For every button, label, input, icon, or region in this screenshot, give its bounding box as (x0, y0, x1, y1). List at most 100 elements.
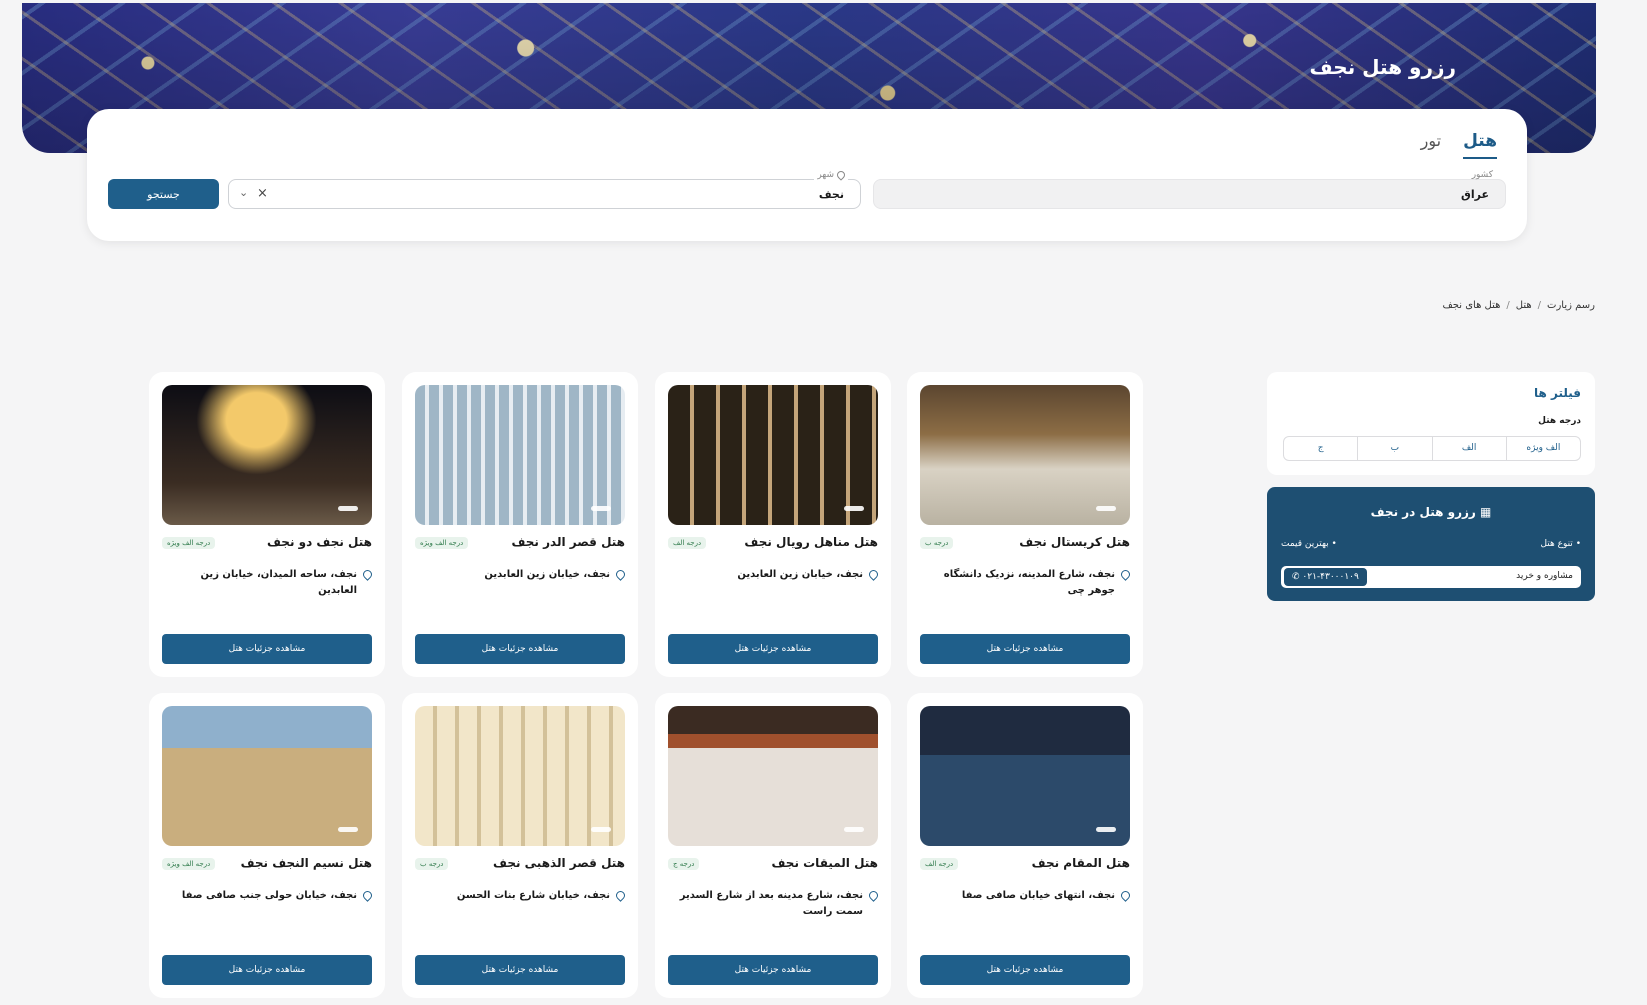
hotel-location: نجف، خیابان زین العابدین (415, 567, 627, 583)
country-label: کشور (1471, 170, 1493, 180)
phone-icon: ✆ (1292, 572, 1300, 582)
hotel-name: هتل المقام نجف (1031, 856, 1130, 870)
view-details-button[interactable]: مشاهده جزئیات هتل (415, 634, 625, 664)
location-pin-icon (835, 168, 847, 181)
promo-bullets: تنوع هتل بهترین قیمت (1281, 539, 1581, 549)
hotel-card: هتل المیقات نجف درجه ج نجف، شارع مدینه ب… (655, 693, 891, 998)
location-pin-icon (867, 889, 880, 902)
hotel-card: هتل قصر الدر نجف درجه الف ویژه نجف، خیاب… (402, 372, 638, 677)
hotel-image[interactable] (162, 385, 372, 525)
phone-button[interactable]: ✆ ۰۲۱-۴۳۰۰۰۱۰۹ (1284, 568, 1367, 586)
hotel-card: هتل مناهل رویال نجف درجه الف نجف، خیابان… (655, 372, 891, 677)
promo-bullet-variety: تنوع هتل (1540, 539, 1581, 549)
grade-badge: درجه ب (415, 858, 449, 870)
grade-option-jim[interactable]: ج (1284, 437, 1357, 460)
promo-box: ▦ رزرو هتل در نجف تنوع هتل بهترین قیمت م… (1267, 487, 1595, 601)
breadcrumb-separator: / (1537, 300, 1542, 311)
consult-bar[interactable]: مشاوره و خرید ✆ ۰۲۱-۴۳۰۰۰۱۰۹ (1281, 566, 1581, 588)
grade-badge: درجه الف (668, 537, 707, 549)
search-tabs: هتل تور (1421, 131, 1497, 159)
view-details-button[interactable]: مشاهده جزئیات هتل (162, 955, 372, 985)
hotel-location: نجف، شارع مدینه بعد از شارع السدیر سمت ر… (668, 888, 880, 920)
tab-tour[interactable]: تور (1421, 131, 1441, 159)
search-button[interactable]: جستجو (108, 179, 219, 209)
breadcrumb-item-home[interactable]: رسم زیارت (1547, 300, 1595, 311)
grade-option-alef-vizheh[interactable]: الف ویژه (1505, 437, 1580, 460)
page-title: رزرو هتل نجف (1309, 55, 1456, 79)
location-pin-icon (614, 568, 627, 581)
hotel-location: نجف، خیابان شارع بنات الحسن (415, 888, 627, 904)
grade-option-be[interactable]: ب (1357, 437, 1431, 460)
search-card: هتل تور کشور عراق شهر نجف × ⌄ جستجو (87, 109, 1527, 241)
promo-title: ▦ رزرو هتل در نجف (1370, 505, 1492, 519)
location-pin-icon (867, 568, 880, 581)
hotel-image[interactable] (415, 706, 625, 846)
view-details-button[interactable]: مشاهده جزئیات هتل (415, 955, 625, 985)
grade-badge: درجه الف ویژه (162, 537, 216, 549)
hotel-card: هتل نجف دو نجف درجه الف ویژه نجف، ساحه ا… (149, 372, 385, 677)
view-details-button[interactable]: مشاهده جزئیات هتل (920, 634, 1130, 664)
hotel-image[interactable] (162, 706, 372, 846)
location-pin-icon (361, 568, 374, 581)
clear-icon[interactable]: × (257, 186, 268, 201)
city-value: نجف (818, 188, 844, 201)
country-value: عراق (1461, 188, 1489, 201)
city-label: شهر (814, 168, 848, 181)
carousel-dots[interactable] (591, 827, 611, 832)
hotel-name: هتل قصر الذهبی نجف (493, 856, 625, 870)
carousel-dots[interactable] (844, 827, 864, 832)
breadcrumb-separator: / (1506, 300, 1510, 311)
location-pin-icon (1119, 889, 1132, 902)
hotel-location: نجف، شارع المدینه، نزدیک دانشگاه جوهر چی (920, 567, 1132, 599)
view-details-button[interactable]: مشاهده جزئیات هتل (668, 955, 878, 985)
carousel-dots[interactable] (338, 827, 358, 832)
grade-filter-group: الف ویژه الف ب ج (1283, 436, 1581, 461)
grade-badge: درجه الف ویژه (415, 537, 469, 549)
location-pin-icon (614, 889, 627, 902)
hotel-name: هتل نجف دو نجف (267, 535, 372, 549)
view-details-button[interactable]: مشاهده جزئیات هتل (920, 955, 1130, 985)
carousel-dots[interactable] (338, 506, 358, 511)
carousel-dots[interactable] (1096, 506, 1116, 511)
breadcrumb: رسم زیارت / هتل / هتل های نجف (1442, 300, 1595, 311)
grade-badge: درجه ب (920, 537, 954, 549)
hotel-card: هتل کریستال نجف درجه ب نجف، شارع المدینه… (907, 372, 1143, 677)
hotel-image[interactable] (920, 385, 1130, 525)
breadcrumb-item-najaf-hotels: هتل های نجف (1442, 300, 1501, 311)
grade-option-alef[interactable]: الف (1431, 437, 1506, 460)
hotel-location: نجف، انتهای خیابان صافی صفا (920, 888, 1132, 904)
carousel-dots[interactable] (591, 506, 611, 511)
country-field[interactable]: کشور عراق (873, 170, 1506, 209)
consult-label: مشاوره و خرید (1516, 571, 1573, 581)
location-pin-icon (361, 889, 374, 902)
grade-badge: درجه الف ویژه (162, 858, 216, 870)
hotel-location: نجف، خیابان حولی جنب صافی صفا (162, 888, 374, 904)
chevron-down-icon[interactable]: ⌄ (239, 186, 248, 199)
hotel-card: هتل قصر الذهبی نجف درجه ب نجف، خیابان شا… (402, 693, 638, 998)
hotel-card: هتل المقام نجف درجه الف نجف، انتهای خیاب… (907, 693, 1143, 998)
grade-badge: درجه ج (668, 858, 700, 870)
hotel-card: هتل نسیم النجف نجف درجه الف ویژه نجف، خی… (149, 693, 385, 998)
promo-bullet-price: بهترین قیمت (1281, 539, 1337, 549)
hotel-location: نجف، ساحه المیدان، خیابان زین العابدین (162, 567, 374, 599)
hotel-image[interactable] (668, 385, 878, 525)
hotel-image[interactable] (668, 706, 878, 846)
tab-hotel[interactable]: هتل (1463, 131, 1497, 159)
grade-filter-label: درجه هتل (1538, 416, 1581, 426)
hotel-image[interactable] (920, 706, 1130, 846)
filters-title: فیلتر ها (1533, 386, 1581, 400)
carousel-dots[interactable] (844, 506, 864, 511)
hotel-name: هتل مناهل رویال نجف (744, 535, 878, 549)
filters-panel: فیلتر ها درجه هتل الف ویژه الف ب ج (1267, 372, 1595, 475)
hotel-name: هتل المیقات نجف (771, 856, 879, 870)
hotel-building-icon: ▦ (1480, 505, 1492, 519)
carousel-dots[interactable] (1096, 827, 1116, 832)
view-details-button[interactable]: مشاهده جزئیات هتل (162, 634, 372, 664)
breadcrumb-item-hotel[interactable]: هتل (1516, 300, 1532, 311)
city-field[interactable]: شهر نجف × ⌄ (228, 168, 861, 209)
hotel-name: هتل قصر الدر نجف (511, 535, 625, 549)
hotel-image[interactable] (415, 385, 625, 525)
view-details-button[interactable]: مشاهده جزئیات هتل (668, 634, 878, 664)
grade-badge: درجه الف (920, 858, 959, 870)
hotel-name: هتل نسیم النجف نجف (240, 856, 372, 870)
